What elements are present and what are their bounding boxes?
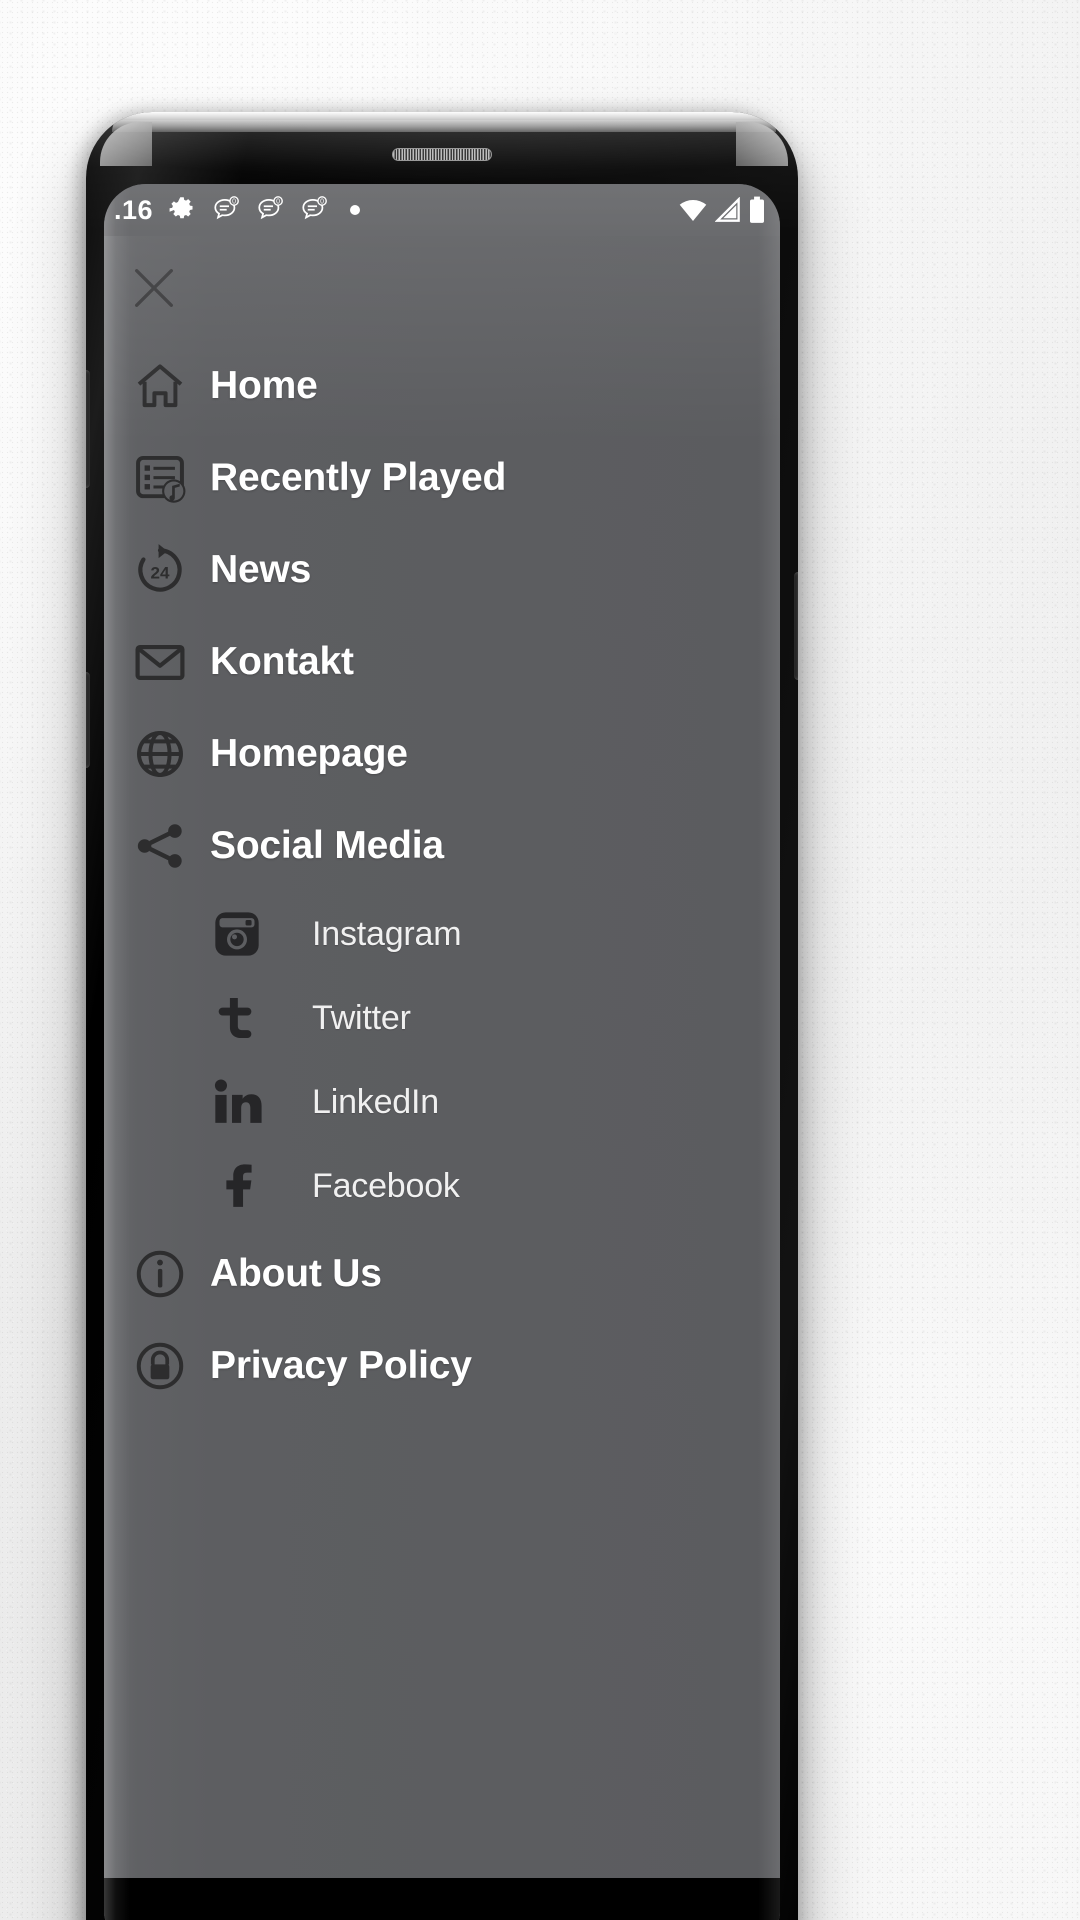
linkedin-icon: [212, 1077, 312, 1127]
settings-gear-icon: [167, 195, 197, 225]
menu-item-label: Kontakt: [210, 640, 354, 683]
menu-item-label: News: [210, 548, 312, 591]
menu-item-homepage[interactable]: Homepage: [104, 708, 780, 800]
phone-screen: .16 0 0 0 Home Recently Played 24 News K…: [104, 184, 780, 1920]
wifi-icon: [678, 197, 708, 223]
info-circle-icon: [132, 1246, 210, 1302]
globe-icon: [132, 726, 210, 782]
phone-rim-corner-left: [100, 122, 152, 166]
menu-item-instagram[interactable]: Instagram: [104, 892, 780, 976]
svg-text:0: 0: [232, 199, 236, 206]
lock-circle-icon: [132, 1338, 210, 1394]
status-bar-left: .16 0 0 0: [114, 195, 678, 226]
navigation-drawer: Home Recently Played 24 News Kontakt Hom…: [104, 236, 780, 1920]
drawer-menu: Home Recently Played 24 News Kontakt Hom…: [104, 340, 780, 1412]
playlist-music-icon: [132, 450, 210, 506]
menu-item-privacy-policy[interactable]: Privacy Policy: [104, 1320, 780, 1412]
status-bar-right: [678, 196, 766, 224]
svg-text:0: 0: [276, 199, 280, 206]
menu-item-label: Recently Played: [210, 456, 507, 499]
menu-item-label: Privacy Policy: [210, 1344, 472, 1387]
phone-device: .16 0 0 0 Home Recently Played 24 News K…: [86, 112, 798, 1920]
menu-item-label: Home: [210, 364, 318, 407]
screen-bottom-chin: [104, 1878, 780, 1920]
drawer-close-row: [104, 236, 780, 340]
home-icon: [132, 358, 210, 414]
message-badge-icon: 0: [255, 195, 285, 225]
menu-item-news[interactable]: 24 News: [104, 524, 780, 616]
menu-item-linkedin[interactable]: LinkedIn: [104, 1060, 780, 1144]
envelope-icon: [132, 634, 210, 690]
power-button[interactable]: [794, 572, 798, 680]
facebook-icon: [212, 1161, 312, 1211]
twitter-icon: [212, 993, 312, 1043]
share-icon: [132, 818, 210, 874]
battery-icon: [748, 196, 766, 224]
menu-item-kontakt[interactable]: Kontakt: [104, 616, 780, 708]
status-bar: .16 0 0 0: [104, 184, 780, 236]
menu-item-label: Twitter: [312, 998, 411, 1037]
volume-button[interactable]: [86, 370, 90, 488]
assistant-button[interactable]: [86, 672, 90, 768]
menu-item-label: Social Media: [210, 824, 444, 867]
24h-refresh-icon: 24: [132, 542, 210, 598]
earpiece-speaker: [392, 148, 492, 161]
close-icon[interactable]: [128, 262, 180, 314]
menu-item-recently-played[interactable]: Recently Played: [104, 432, 780, 524]
menu-item-about-us[interactable]: About Us: [104, 1228, 780, 1320]
signal-icon: [715, 197, 741, 223]
instagram-icon: [212, 909, 312, 959]
menu-item-label: About Us: [210, 1252, 382, 1295]
menu-item-label: Facebook: [312, 1166, 460, 1205]
message-badge-icon: 0: [299, 195, 329, 225]
svg-text:0: 0: [320, 199, 324, 206]
phone-top-rim: [112, 112, 776, 132]
svg-text:24: 24: [151, 563, 170, 582]
menu-item-social-media[interactable]: Social Media: [104, 800, 780, 892]
menu-item-home[interactable]: Home: [104, 340, 780, 432]
menu-item-facebook[interactable]: Facebook: [104, 1144, 780, 1228]
menu-item-label: LinkedIn: [312, 1082, 439, 1121]
dot-indicator-icon: [349, 204, 361, 216]
menu-item-label: Instagram: [312, 914, 462, 953]
menu-item-twitter[interactable]: Twitter: [104, 976, 780, 1060]
status-clock: .16: [114, 194, 154, 225]
message-badge-icon: 0: [211, 195, 241, 225]
menu-item-label: Homepage: [210, 732, 408, 775]
